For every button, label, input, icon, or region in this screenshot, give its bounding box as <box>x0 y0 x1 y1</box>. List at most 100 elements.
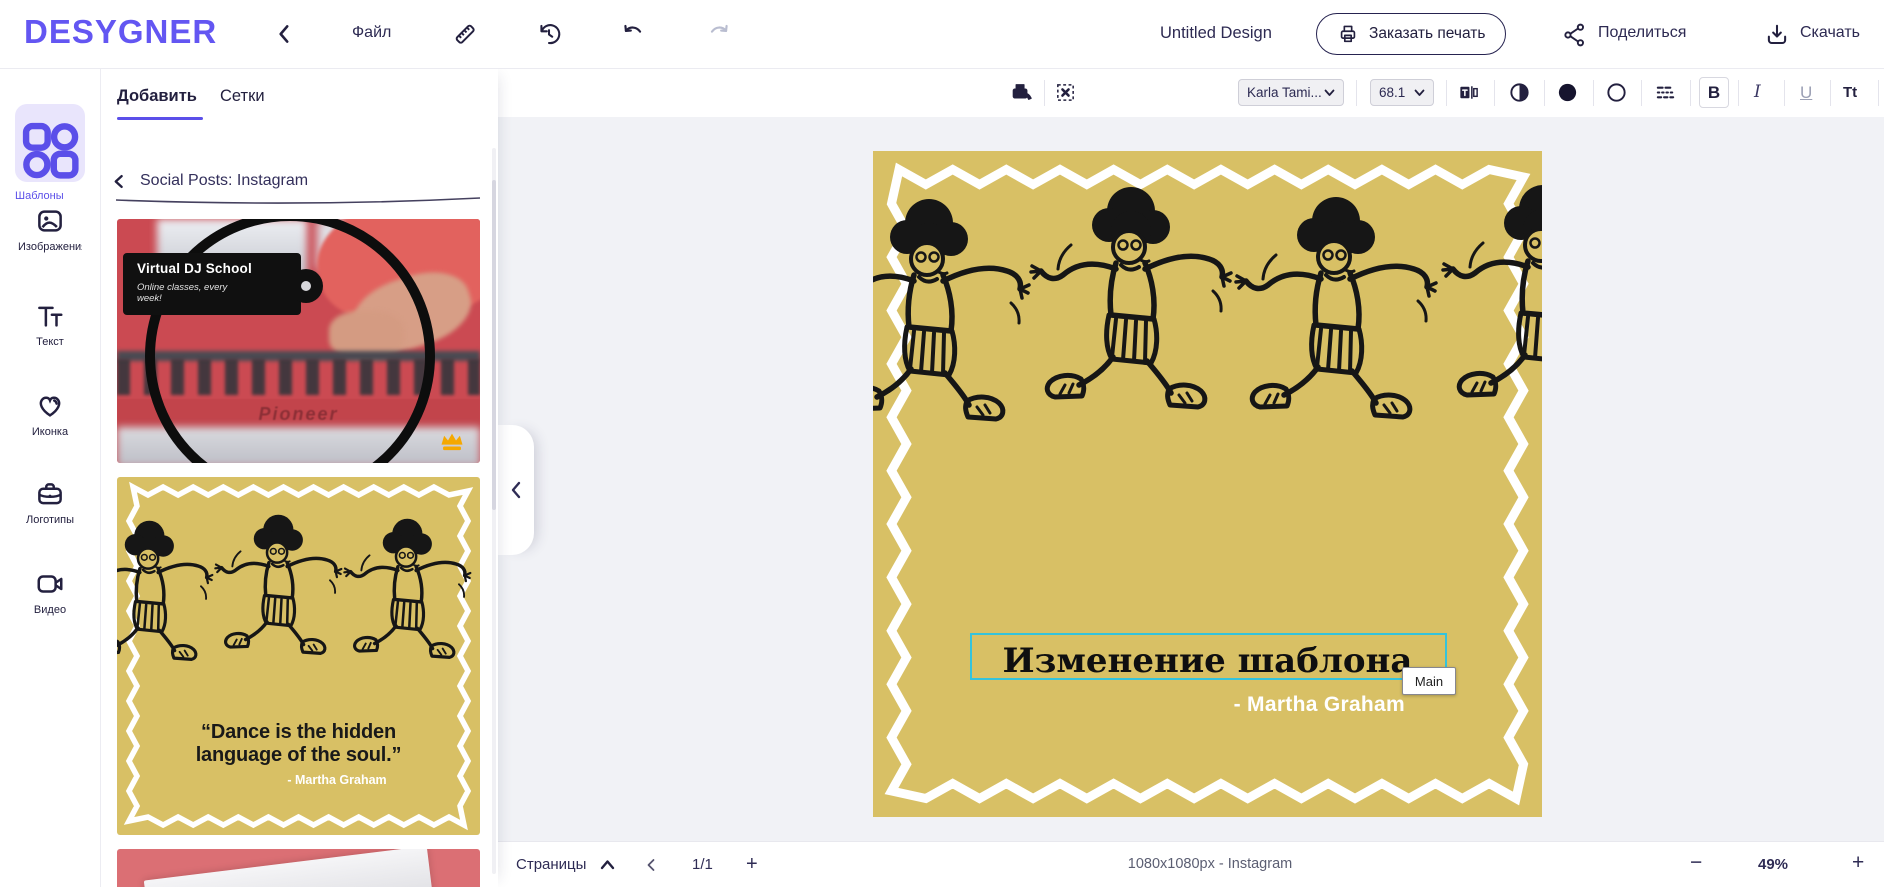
sidebar-label: Иконка <box>31 426 69 438</box>
briefcase-icon <box>38 483 62 505</box>
italic-button[interactable]: I <box>1754 80 1761 105</box>
history-icon[interactable] <box>536 21 562 47</box>
active-tab-underline <box>117 117 203 120</box>
file-menu[interactable]: Файл <box>352 24 391 42</box>
tab-add[interactable]: Добавить <box>117 87 197 106</box>
templates-panel: Добавить Сетки Social Posts: Instagram P… <box>100 68 498 887</box>
desygner-app: DESYGNER Файл Untitled Design Заказать п… <box>0 0 1884 887</box>
order-print-label: Заказать печать <box>1369 25 1486 42</box>
selection-tooltip: Main <box>1402 667 1456 695</box>
toolbar-separator <box>1544 80 1545 106</box>
zoom-in-button[interactable]: + <box>1852 851 1864 875</box>
panel-collapse-button[interactable] <box>498 425 534 555</box>
font-size-select[interactable]: 68.1 <box>1370 79 1434 106</box>
print-design-icon[interactable] <box>1010 81 1033 104</box>
heart-icon <box>39 396 61 417</box>
desygner-logo[interactable]: DESYGNER <box>24 13 217 51</box>
partial-template-paper <box>143 849 436 887</box>
redo-icon[interactable] <box>706 21 732 47</box>
toolbar-separator <box>1044 80 1045 106</box>
ruler-icon[interactable] <box>452 21 478 47</box>
toolbar-separator <box>1641 80 1642 106</box>
breadcrumb-underline <box>115 197 481 204</box>
template-dance-quote[interactable]: “Dance is the hidden language of the sou… <box>117 477 480 835</box>
toolbar-separator <box>1784 80 1785 106</box>
template-quote-author: - Martha Graham <box>287 773 387 787</box>
design-title[interactable]: Untitled Design <box>1160 24 1272 43</box>
text-size-button[interactable]: Tt <box>1843 80 1857 105</box>
design-canvas[interactable]: Изменение шаблона - Martha Graham Main <box>873 151 1542 817</box>
sidebar-item-video[interactable]: Видео <box>0 569 100 616</box>
design-size-info: 1080x1080px - Instagram <box>1127 856 1293 872</box>
template-quote-text: “Dance is the hidden language of the sou… <box>195 721 402 766</box>
panel-scrollbar-thumb[interactable] <box>492 180 496 510</box>
sidebar-item-logos[interactable]: Логотипы <box>0 479 100 526</box>
toolbar-separator <box>1356 80 1357 106</box>
bottombar: Страницы 1/1 + 1080x1080px - Instagram −… <box>498 841 1884 887</box>
text-selection-box[interactable] <box>970 633 1447 680</box>
dj-banner-tag-hole <box>301 281 311 291</box>
sidebar-label: Шаблоны <box>15 190 64 202</box>
text-background-icon[interactable] <box>1457 81 1480 104</box>
dj-banner-title: Virtual DJ School <box>137 261 252 276</box>
toolbar-separator <box>1690 80 1691 106</box>
sidebar-item-icons[interactable]: Иконка <box>0 391 100 438</box>
template-virtual-dj-school[interactable]: Pioneer Virtual DJ School Online classes… <box>117 219 480 463</box>
share-label[interactable]: Поделиться <box>1598 24 1686 42</box>
sidebar-label: Текст <box>36 336 64 348</box>
bold-button[interactable]: B <box>1699 77 1729 108</box>
dj-banner: Virtual DJ School Online classes, every … <box>123 253 301 315</box>
design-illustration <box>873 162 1542 806</box>
chevron-up-icon[interactable] <box>600 859 615 870</box>
chevron-down-icon <box>1324 89 1335 96</box>
dj-banner-subtitle: Online classes, every week! <box>137 282 228 304</box>
format-toolbar: Karla Tami... 68.1 B I U Tt <box>498 68 1884 117</box>
sidebar-label: Логотипы <box>25 514 75 526</box>
font-family-value: Karla Tami... <box>1247 85 1322 100</box>
toolbar-separator <box>1593 80 1594 106</box>
back-icon[interactable] <box>272 21 298 47</box>
share-icon[interactable] <box>1562 22 1588 48</box>
breadcrumb-back-icon[interactable] <box>112 174 127 189</box>
toolbar-separator <box>1494 80 1495 106</box>
toolbar-separator <box>1446 80 1447 106</box>
font-size-value: 68.1 <box>1379 85 1406 100</box>
left-rail: Шаблоны Изображения Текст Иконка Логотип… <box>0 68 101 887</box>
sidebar-item-images[interactable]: Изображения <box>0 206 100 261</box>
collapse-chevron-icon <box>511 481 521 499</box>
order-print-button[interactable]: Заказать печать <box>1316 13 1507 55</box>
download-icon[interactable] <box>1764 22 1790 48</box>
premium-crown-icon <box>441 433 463 451</box>
design-author-text[interactable]: - Martha Graham <box>873 693 1405 717</box>
chevron-down-icon <box>1414 89 1425 96</box>
tab-grids[interactable]: Сетки <box>220 87 265 106</box>
prev-page-icon[interactable] <box>646 858 656 872</box>
breadcrumb[interactable]: Social Posts: Instagram <box>140 172 308 190</box>
stroke-color-icon[interactable] <box>1605 81 1628 104</box>
toolbar-separator <box>1830 80 1831 106</box>
underline-button[interactable]: U <box>1800 80 1812 105</box>
video-icon <box>37 575 63 593</box>
zoom-out-button[interactable]: − <box>1690 851 1702 875</box>
pages-toggle[interactable]: Страницы <box>516 856 586 873</box>
templates-grid-icon <box>22 122 79 179</box>
page-indicator: 1/1 <box>692 856 713 873</box>
border-style-icon[interactable] <box>1654 81 1677 104</box>
fill-color-icon[interactable] <box>1556 81 1579 104</box>
sidebar-item-templates[interactable]: Шаблоны <box>15 104 85 202</box>
toolbar-separator <box>1738 80 1739 106</box>
printer-icon <box>1340 25 1356 43</box>
sidebar-label: Видео <box>33 604 67 616</box>
font-family-select[interactable]: Karla Tami... <box>1238 79 1344 106</box>
undo-icon[interactable] <box>620 21 646 47</box>
download-label[interactable]: Скачать <box>1800 24 1860 42</box>
sidebar-item-text[interactable]: Текст <box>0 301 100 348</box>
topbar: DESYGNER Файл Untitled Design Заказать п… <box>0 0 1884 69</box>
sidebar-label: Изображения <box>18 241 82 253</box>
template-partial[interactable] <box>117 849 480 887</box>
zoom-level[interactable]: 49% <box>1738 856 1808 873</box>
transparency-icon[interactable] <box>1508 81 1531 104</box>
add-page-button[interactable]: + <box>746 853 758 876</box>
dj-banner-tag <box>289 269 323 303</box>
select-all-icon[interactable] <box>1054 81 1077 104</box>
